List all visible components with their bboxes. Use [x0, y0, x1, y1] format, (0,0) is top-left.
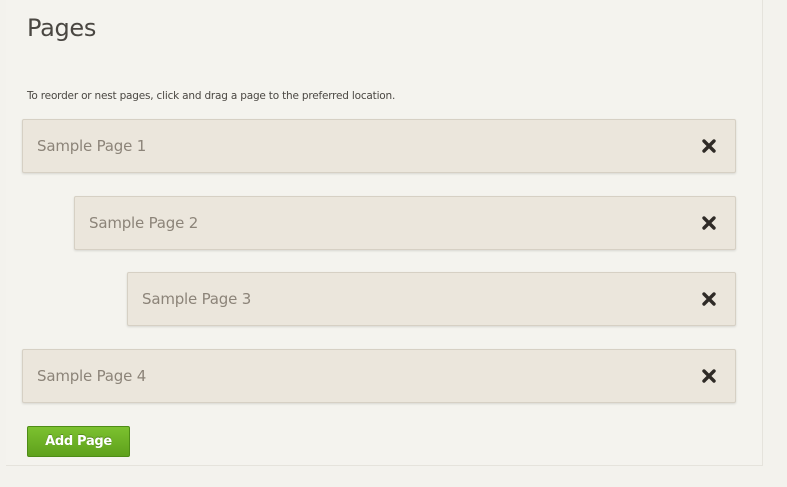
close-x-icon — [702, 292, 716, 306]
add-page-button[interactable]: Add Page — [27, 426, 130, 457]
page-item-label: Sample Page 3 — [142, 290, 252, 308]
page-item-sample-page-1[interactable]: Sample Page 1 — [22, 119, 736, 173]
page-item-label: Sample Page 2 — [89, 214, 199, 232]
delete-page-button[interactable] — [701, 291, 717, 307]
page-item-label: Sample Page 1 — [37, 137, 147, 155]
page-item-label: Sample Page 4 — [37, 367, 147, 385]
page-item-sample-page-4[interactable]: Sample Page 4 — [22, 349, 736, 403]
close-x-icon — [702, 369, 716, 383]
page-title: Pages — [27, 14, 97, 42]
delete-page-button[interactable] — [701, 215, 717, 231]
close-x-icon — [702, 139, 716, 153]
pages-panel: Pages To reorder or nest pages, click an… — [6, 0, 763, 466]
instructions-text: To reorder or nest pages, click and drag… — [27, 90, 396, 102]
delete-page-button[interactable] — [701, 138, 717, 154]
page-item-sample-page-2[interactable]: Sample Page 2 — [74, 196, 736, 250]
page-item-sample-page-3[interactable]: Sample Page 3 — [127, 272, 736, 326]
delete-page-button[interactable] — [701, 368, 717, 384]
close-x-icon — [702, 216, 716, 230]
